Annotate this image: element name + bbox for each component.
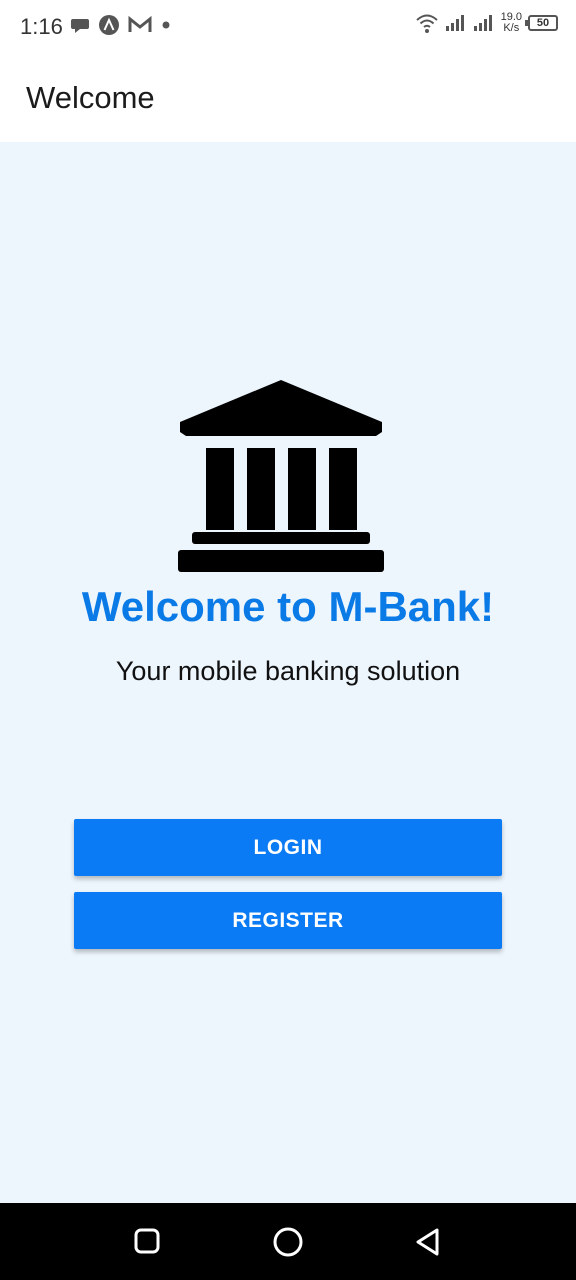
network-speed: 19.0 K/s (501, 12, 522, 34)
dot-icon (162, 21, 170, 29)
recents-icon[interactable] (133, 1227, 161, 1255)
signal-icon (445, 15, 464, 31)
bank-icon (178, 380, 384, 572)
home-icon[interactable] (272, 1226, 304, 1258)
signal-icon (473, 15, 492, 31)
gmail-icon (128, 15, 152, 32)
status-bar: 1:16 19.0 K/s 50 (0, 0, 576, 52)
status-time: 1:16 (20, 14, 63, 39)
navigation-bar (0, 1203, 576, 1280)
back-icon[interactable] (414, 1227, 442, 1257)
page-title: Welcome (26, 80, 155, 115)
status-right: 19.0 K/s 50 (415, 12, 558, 34)
battery-icon: 50 (525, 15, 558, 31)
wifi-icon (415, 14, 438, 33)
login-button[interactable]: LOGIN (74, 819, 502, 876)
screen: 1:16 19.0 K/s 50 Welcome Welcome to M-Ba… (0, 0, 576, 1280)
welcome-headline: Welcome to M-Bank! (81, 583, 495, 630)
tagline: Your mobile banking solution (115, 656, 461, 686)
app-bar: Welcome (0, 52, 576, 142)
app-a-icon (99, 15, 119, 35)
register-button[interactable]: REGISTER (74, 892, 502, 949)
welcome-content: Welcome to M-Bank! Your mobile banking s… (0, 142, 576, 1203)
notification-icons (70, 14, 172, 36)
chat-bubble-icon (71, 19, 89, 33)
network-speed-unit: K/s (503, 22, 520, 34)
